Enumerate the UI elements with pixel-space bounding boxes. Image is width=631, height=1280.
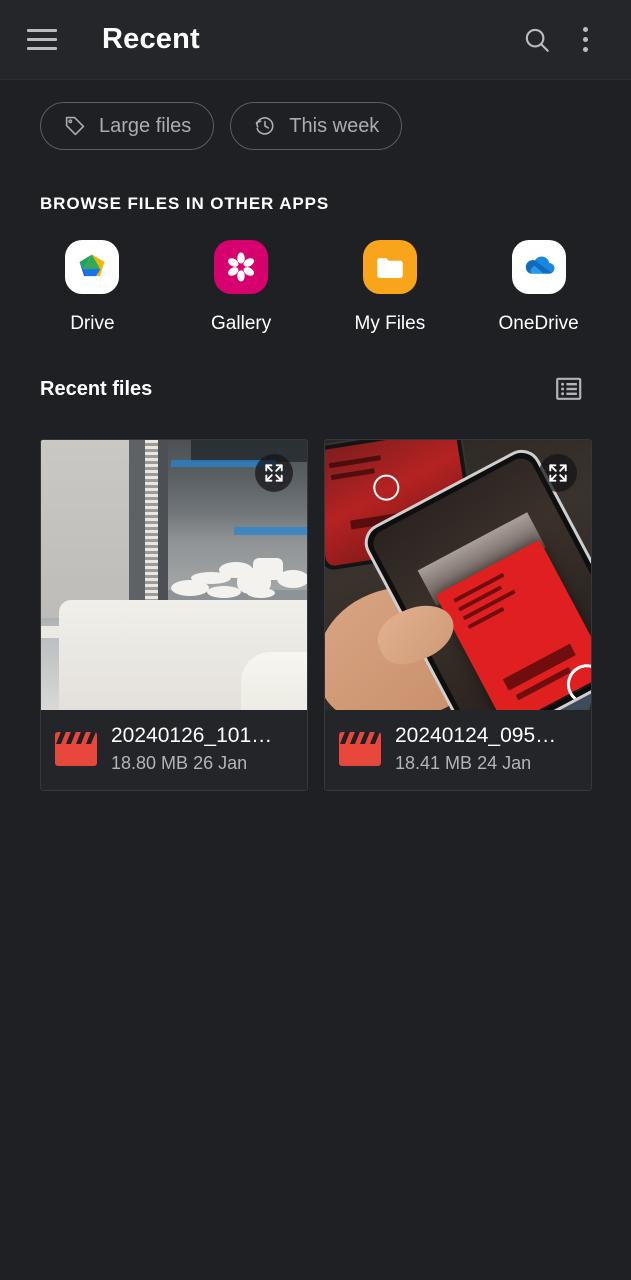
hamburger-line <box>27 29 57 32</box>
file-meta: 20240126_101… 18.80 MB 26 Jan <box>41 710 307 790</box>
dot <box>582 27 588 32</box>
more-options-button[interactable] <box>561 16 609 64</box>
app-shortcut-gallery[interactable]: Gallery <box>167 240 316 335</box>
hamburger-line <box>27 38 57 41</box>
filter-chip-row: Large files This week <box>0 80 631 150</box>
app-shortcut-my-files[interactable]: My Files <box>316 240 465 335</box>
history-clock-icon <box>255 117 274 135</box>
hamburger-line <box>27 47 57 50</box>
video-clapperboard-icon <box>55 732 97 766</box>
dot <box>582 37 588 42</box>
hamburger-menu-icon[interactable] <box>22 20 62 60</box>
recent-files-screen: Recent Large files This week BROWSE FILE… <box>0 0 631 1280</box>
file-meta: 20240124_095… 18.41 MB 24 Jan <box>325 710 591 790</box>
file-card[interactable]: 20240124_095… 18.41 MB 24 Jan <box>324 439 592 791</box>
expand-fullscreen-icon[interactable] <box>255 454 293 492</box>
browse-section-title: BROWSE FILES IN OTHER APPS <box>40 194 330 213</box>
file-text: 20240124_095… 18.41 MB 24 Jan <box>395 724 556 774</box>
app-label: Gallery <box>211 313 272 334</box>
file-card[interactable]: 20240126_101… 18.80 MB 26 Jan <box>40 439 308 791</box>
flower-glyph <box>228 252 255 282</box>
file-text: 20240126_101… 18.80 MB 26 Jan <box>111 724 272 774</box>
app-shortcut-row: Drive Gallery My Files OneDrive <box>0 214 631 335</box>
list-view-icon <box>556 377 582 400</box>
tag-icon <box>65 116 85 136</box>
page-title: Recent <box>102 23 200 55</box>
chip-large-files[interactable]: Large files <box>40 102 215 150</box>
app-label: Drive <box>70 313 115 334</box>
recent-files-header: Recent files <box>0 335 631 413</box>
app-shortcut-onedrive[interactable]: OneDrive <box>464 240 613 335</box>
app-bar: Recent <box>0 0 631 80</box>
gallery-flower-icon <box>214 240 269 294</box>
file-name: 20240124_095… <box>395 724 557 747</box>
file-size: 18.41 MB <box>395 753 473 773</box>
more-vertical-icon <box>582 27 588 52</box>
file-size-date: 18.80 MB 26 Jan <box>111 753 272 774</box>
drive-triangle-glyph <box>79 254 105 277</box>
dot <box>582 47 588 52</box>
folder-glyph <box>377 258 403 279</box>
expand-fullscreen-icon[interactable] <box>539 454 577 492</box>
chip-this-week[interactable]: This week <box>230 102 403 150</box>
my-files-folder-icon <box>362 240 417 294</box>
file-name: 20240126_101… <box>111 724 273 747</box>
app-label: OneDrive <box>498 313 579 334</box>
onedrive-cloud-icon <box>511 240 566 294</box>
cloud-glyph <box>525 256 555 274</box>
file-thumbnail[interactable] <box>325 440 591 710</box>
file-size-date: 18.41 MB 24 Jan <box>395 753 556 774</box>
recent-files-grid: 20240126_101… 18.80 MB 26 Jan 20240124_0… <box>0 413 631 791</box>
chip-label: This week <box>289 114 380 137</box>
expand-arrows-glyph <box>265 464 283 482</box>
app-shortcut-drive[interactable]: Drive <box>18 240 167 335</box>
view-toggle-button[interactable] <box>545 365 593 413</box>
file-date: 24 Jan <box>477 753 532 773</box>
app-label: My Files <box>354 313 426 334</box>
file-date: 26 Jan <box>193 753 248 773</box>
file-size: 18.80 MB <box>111 753 189 773</box>
video-clapperboard-icon <box>339 732 381 766</box>
chip-label: Large files <box>99 114 192 137</box>
expand-arrows-glyph <box>549 464 567 482</box>
file-thumbnail[interactable] <box>41 440 307 710</box>
search-icon <box>525 28 549 52</box>
recent-files-title: Recent files <box>40 377 153 400</box>
google-drive-icon <box>65 240 120 294</box>
search-button[interactable] <box>513 16 561 64</box>
